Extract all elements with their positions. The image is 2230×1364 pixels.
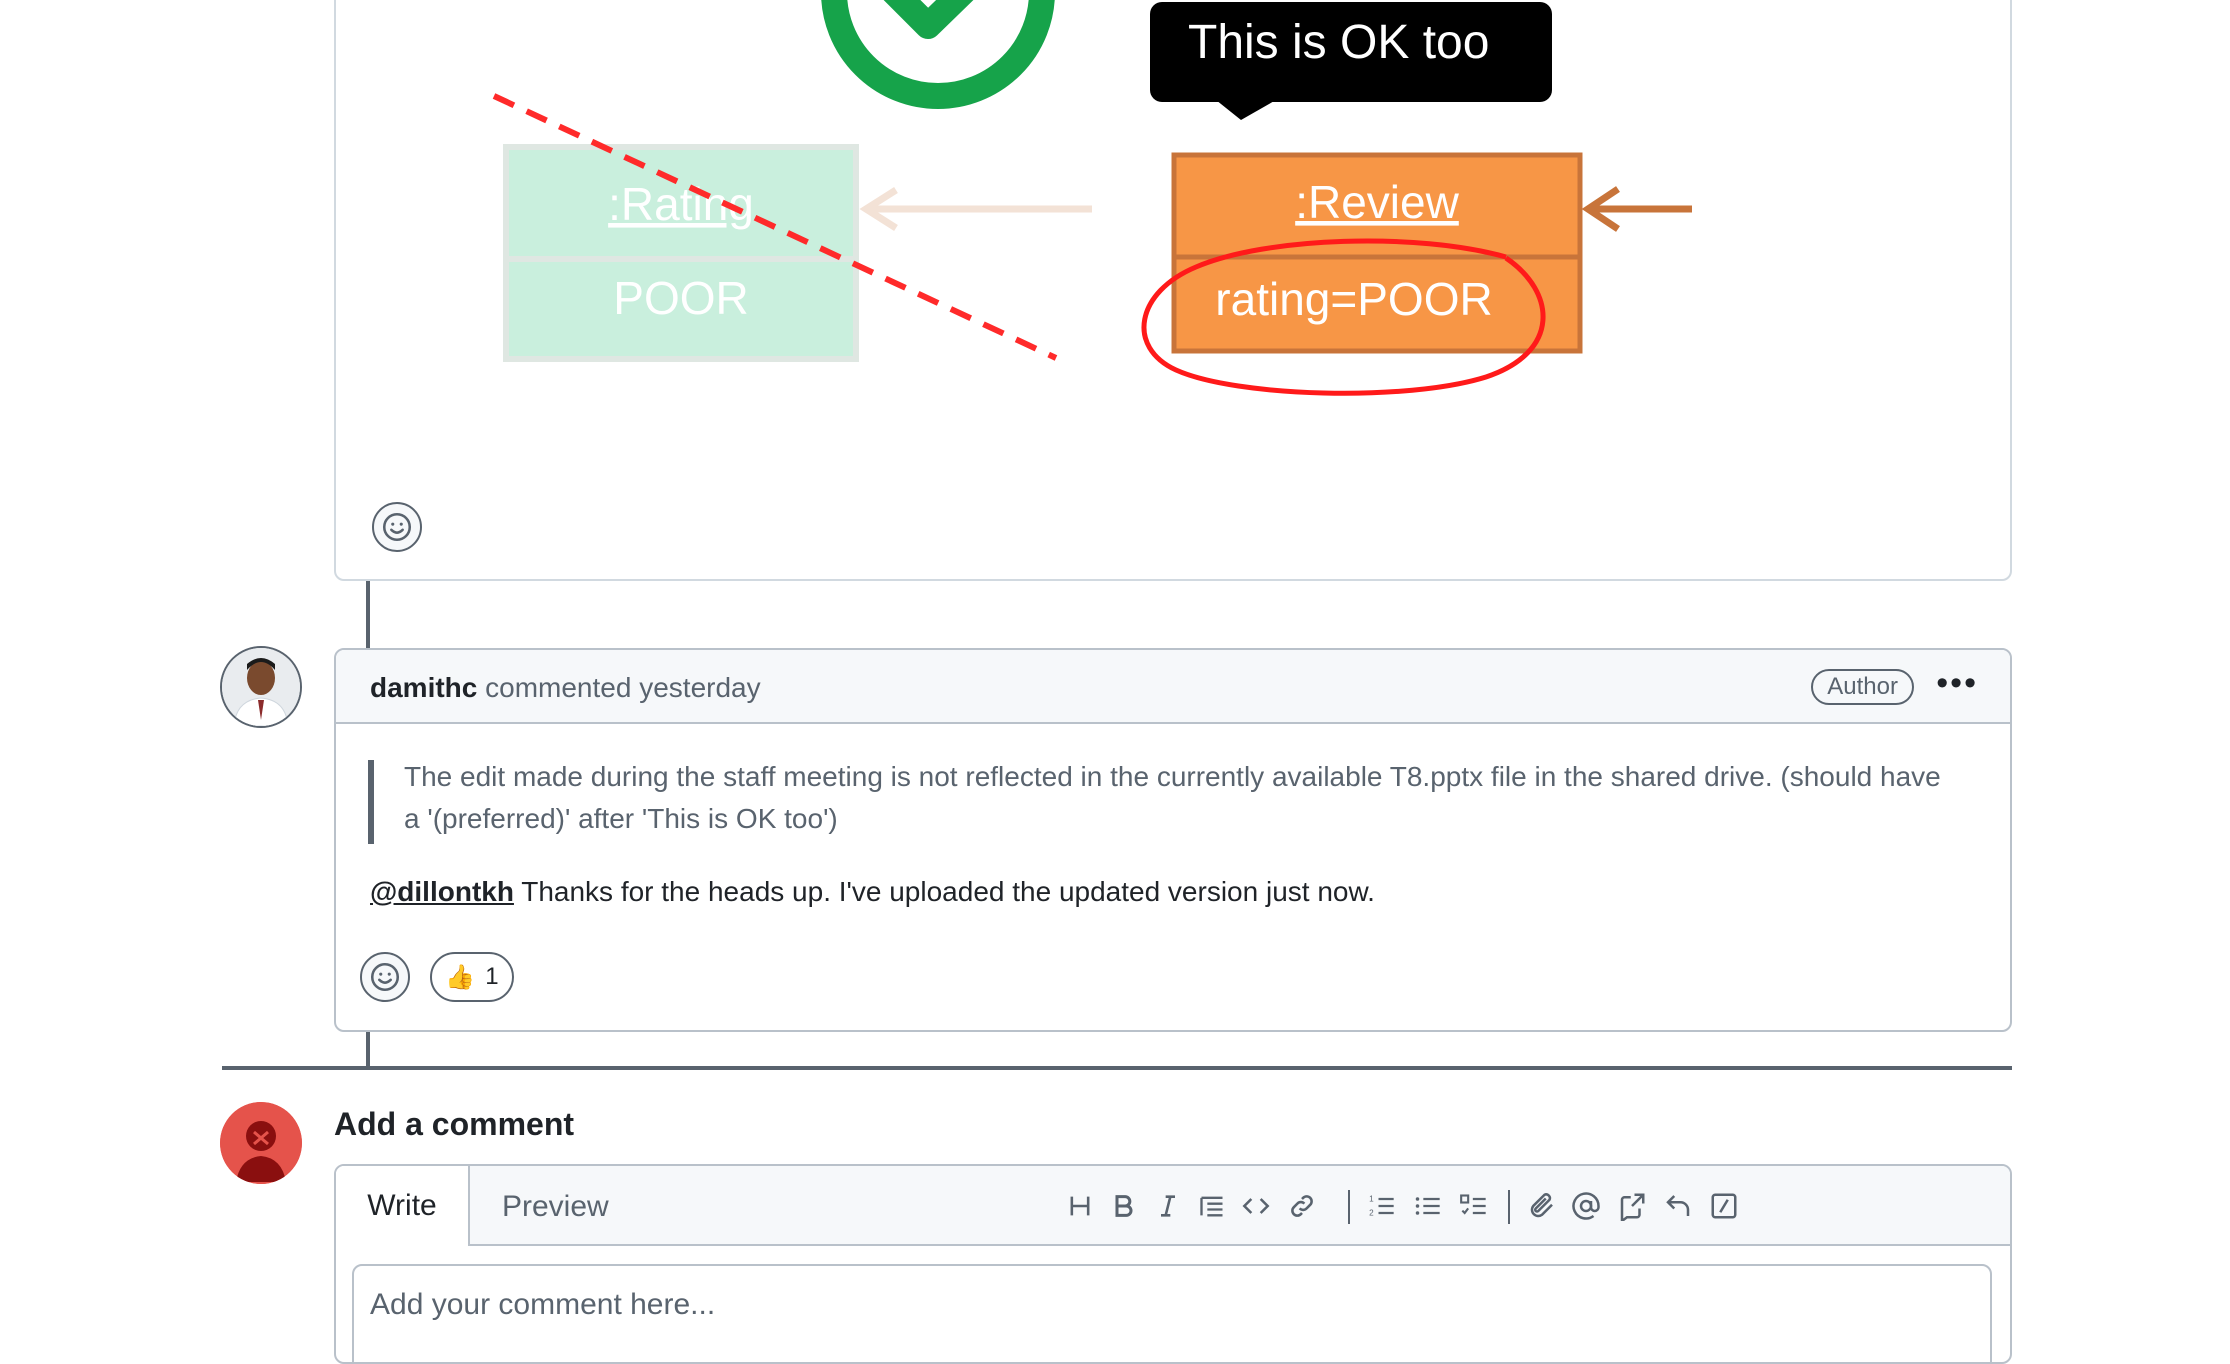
ordered-list-icon[interactable]: 12 (1360, 1184, 1404, 1228)
author-badge: Author (1811, 669, 1914, 705)
add-reaction-button[interactable] (360, 952, 410, 1002)
comment-textarea[interactable] (352, 1264, 1992, 1362)
task-list-icon[interactable] (1452, 1184, 1496, 1228)
comment-editor: Write Preview 12 (334, 1164, 2012, 1364)
quoted-text: The edit made during the staff meeting i… (404, 761, 1941, 834)
slide-diagram-image: This is OK too :Rating POOR :Review rati… (492, 0, 1692, 396)
reply-text: @dillontkh Thanks for the heads up. I've… (370, 876, 1375, 908)
check-icon (883, 0, 974, 39)
tab-write[interactable]: Write (336, 1166, 470, 1246)
comment-author[interactable]: damithc (370, 672, 477, 703)
toolbar-divider (1508, 1190, 1510, 1224)
reply-body: Thanks for the heads up. I've uploaded t… (513, 876, 1375, 907)
mention-link[interactable]: @dillontkh (370, 876, 514, 907)
bold-icon[interactable] (1102, 1184, 1146, 1228)
previous-comment-card: This is OK too :Rating POOR :Review rati… (334, 0, 2012, 581)
current-user-avatar[interactable] (220, 1102, 302, 1184)
add-comment-title: Add a comment (334, 1106, 575, 1142)
code-icon[interactable] (1234, 1184, 1278, 1228)
slash-command-icon[interactable] (1702, 1184, 1746, 1228)
unordered-list-icon[interactable] (1406, 1184, 1450, 1228)
avatar[interactable] (220, 646, 302, 728)
review-box-title: :Review (1295, 176, 1459, 228)
user-photo-icon (222, 648, 300, 726)
quote-icon[interactable] (1190, 1184, 1234, 1228)
rating-box-value: POOR (613, 272, 748, 324)
kebab-horizontal-icon[interactable]: ••• (1936, 664, 1978, 703)
smiley-icon (382, 512, 412, 542)
thumbs-up-reaction[interactable]: 👍 1 (430, 952, 514, 1002)
timeline-line (366, 580, 370, 648)
editor-toolbar: Write Preview 12 (336, 1166, 2010, 1246)
smiley-icon (370, 962, 400, 992)
reaction-count: 1 (485, 963, 499, 990)
review-box-value: rating=POOR (1215, 273, 1492, 325)
timeline-line (366, 1030, 370, 1068)
callout-text: This is OK too (1188, 16, 1489, 69)
user-avatar-icon (220, 1102, 302, 1184)
toolbar-divider (1348, 1190, 1350, 1224)
add-reaction-button[interactable] (372, 502, 422, 552)
comment-action: commented (485, 672, 632, 703)
quote-bar (368, 760, 374, 844)
italic-icon[interactable] (1146, 1184, 1190, 1228)
svg-text:1: 1 (1369, 1194, 1374, 1203)
attach-icon[interactable] (1520, 1184, 1564, 1228)
link-icon[interactable] (1280, 1184, 1324, 1228)
comment-card: damithc commented yesterday Author ••• T… (334, 648, 2012, 1032)
heading-icon[interactable] (1058, 1184, 1102, 1228)
comment-input[interactable] (354, 1266, 1990, 1344)
mention-icon[interactable] (1564, 1184, 1608, 1228)
comment-meta: damithc commented yesterday (370, 672, 761, 704)
comment-header: damithc commented yesterday Author ••• (336, 650, 2010, 724)
timeline-divider (222, 1066, 2012, 1070)
thumbs-up-icon: 👍 (445, 963, 476, 991)
tab-preview[interactable]: Preview (502, 1190, 609, 1224)
svg-text:2: 2 (1369, 1208, 1374, 1217)
comment-time[interactable]: yesterday (639, 672, 760, 703)
reply-icon[interactable] (1656, 1184, 1700, 1228)
cross-reference-icon[interactable] (1610, 1184, 1654, 1228)
